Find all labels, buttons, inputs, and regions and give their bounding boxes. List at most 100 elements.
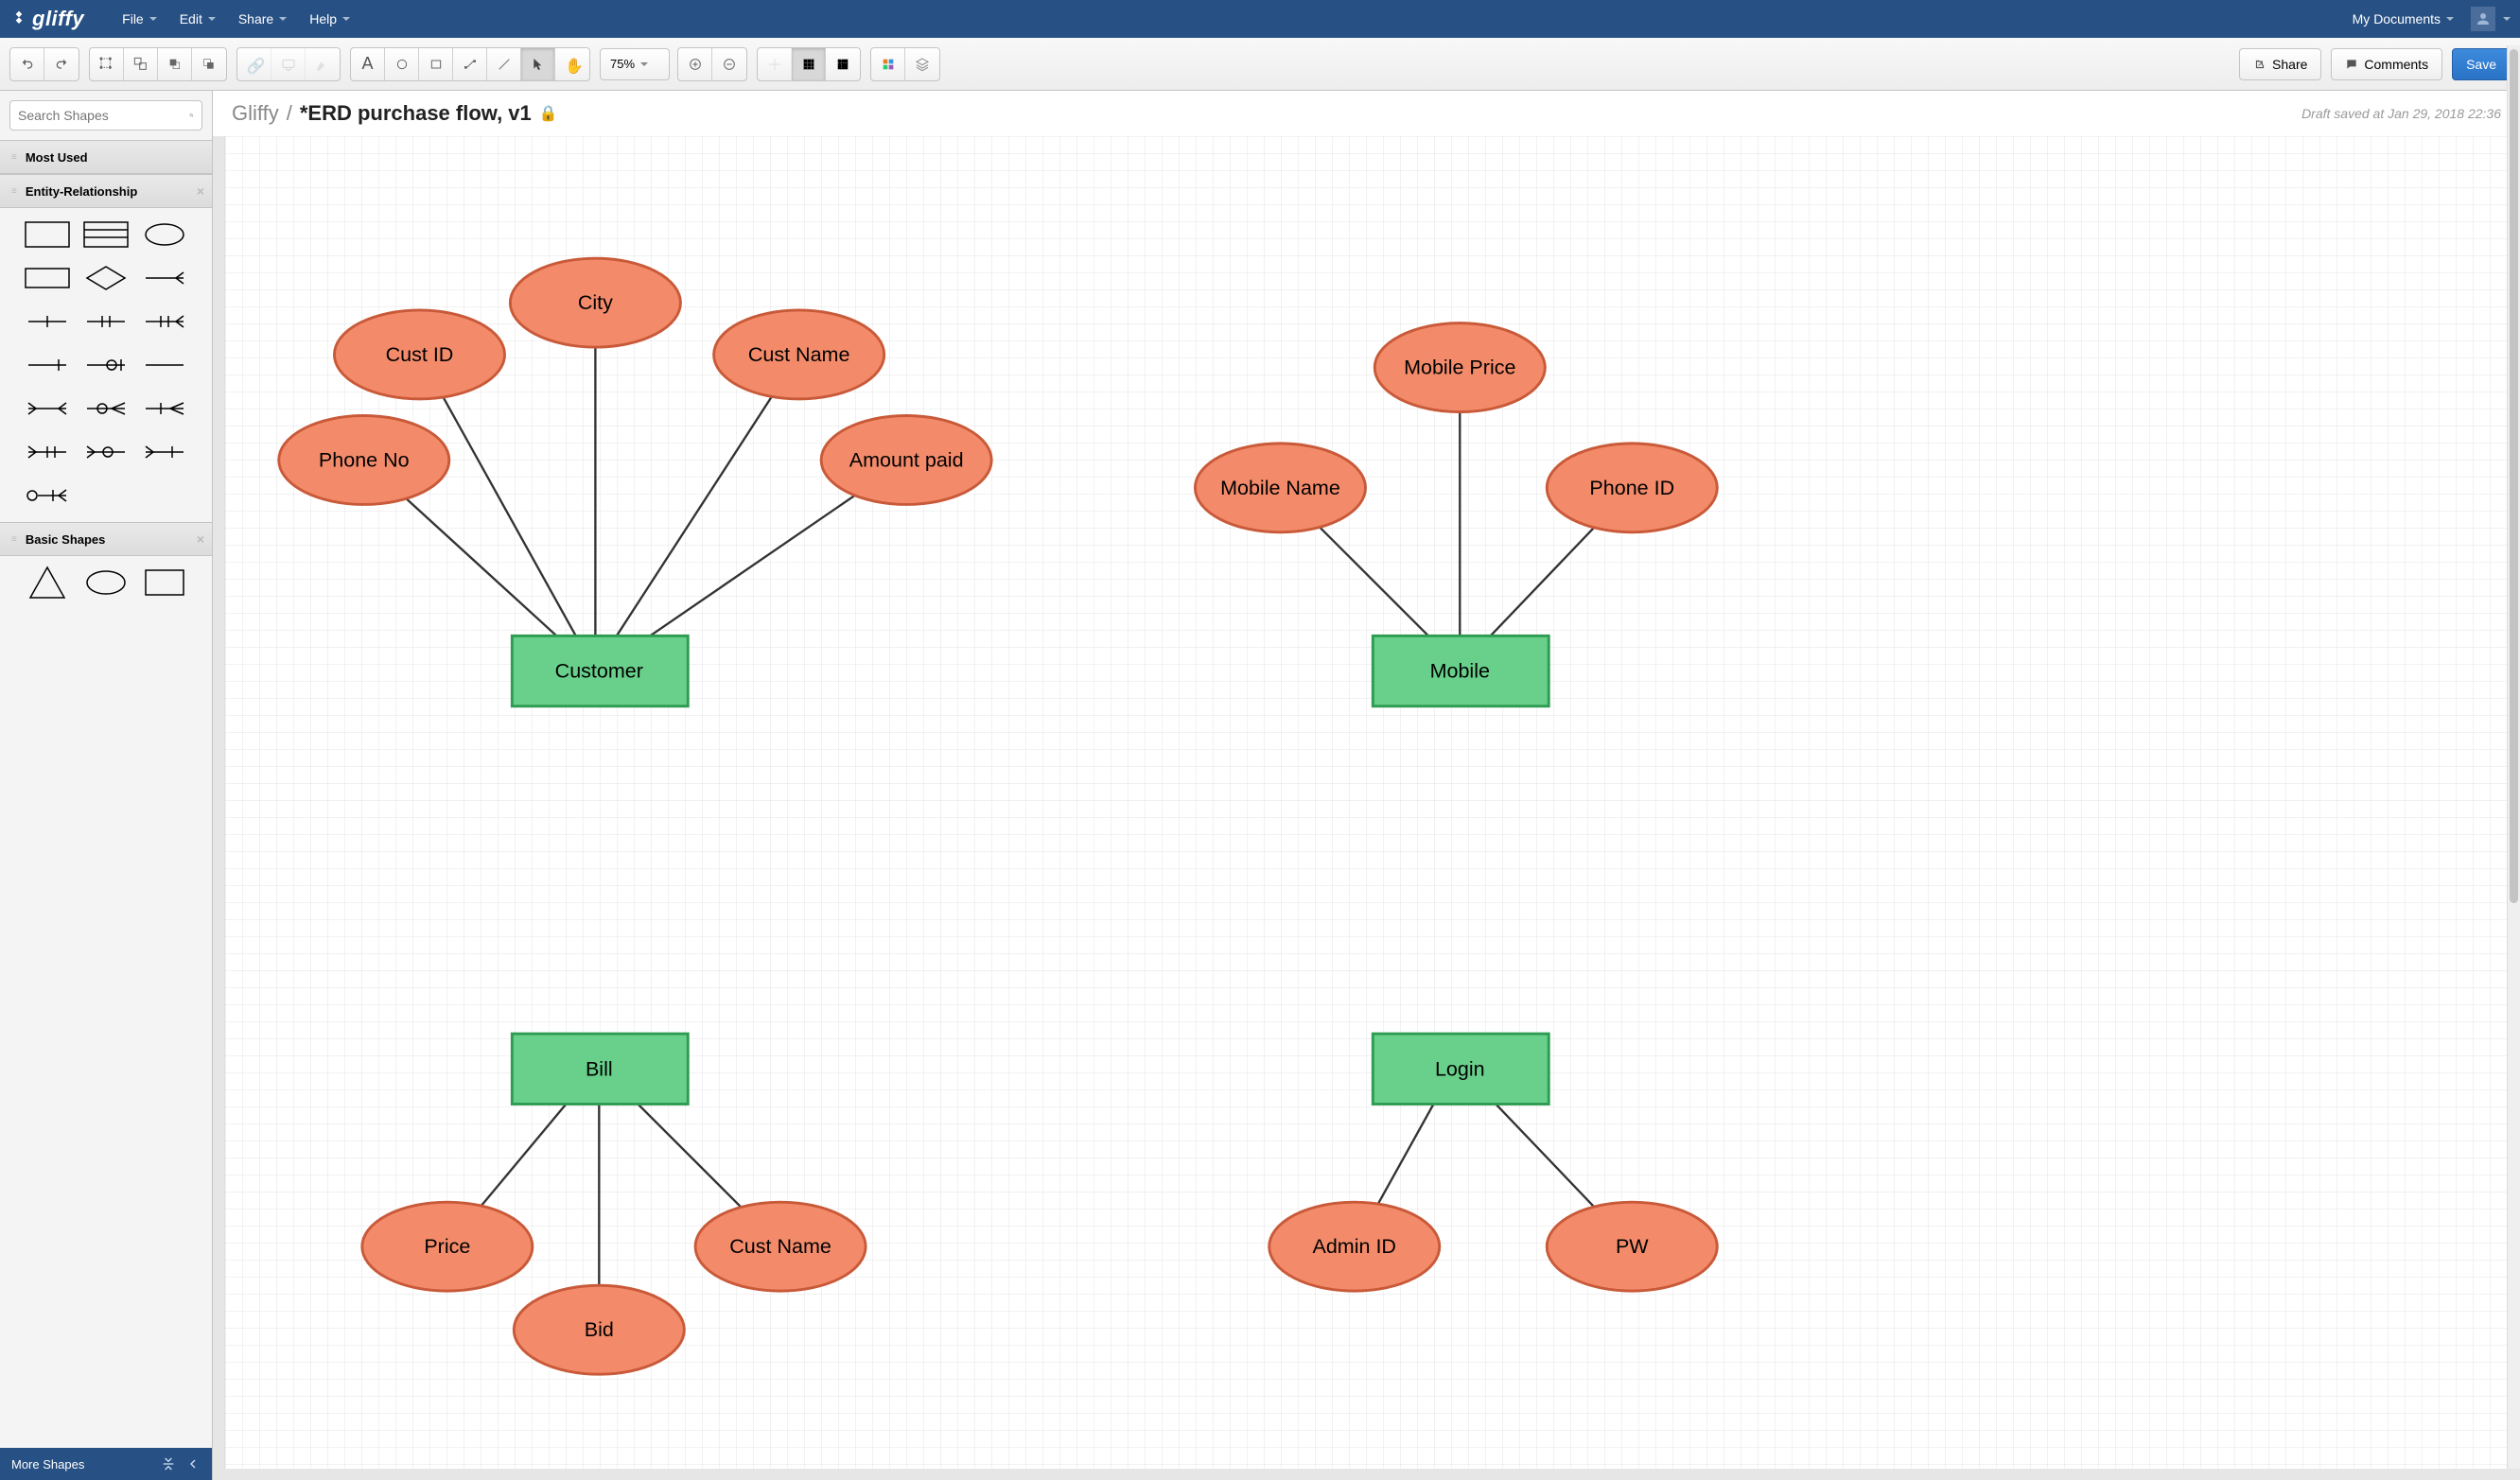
redo-button[interactable] [44,48,79,80]
shape-conn-one-one[interactable] [79,303,132,340]
zoom-select[interactable]: 75% [600,48,670,80]
shape-conn-many-one-d[interactable] [138,433,191,471]
shape-conn-zero-many-a[interactable] [79,390,132,427]
theme-button[interactable] [871,48,905,80]
shape-conn-many[interactable] [138,259,191,297]
app-name: gliffy [32,7,84,31]
user-avatar[interactable] [2471,7,2495,31]
collapse-vert-icon[interactable] [161,1456,176,1471]
menu-help[interactable]: Help [300,6,359,32]
share-button[interactable]: Share [2239,48,2321,80]
svg-text:Mobile: Mobile [1430,660,1490,683]
close-icon[interactable]: × [197,531,204,547]
save-button[interactable]: Save [2452,48,2511,80]
grid-toggle[interactable] [792,48,826,80]
breadcrumb: Gliffy / *ERD purchase flow, v1 🔒 [232,101,558,126]
svg-text:PW: PW [1616,1235,1649,1258]
shape-rectangle[interactable] [138,564,191,601]
save-status: Draft saved at Jan 29, 2018 22:36 [2301,106,2501,121]
menu-edit[interactable]: Edit [170,6,225,32]
main-menu: File Edit Share Help [113,6,359,32]
chevron-down-icon [2446,17,2454,21]
bring-front-button[interactable] [158,48,192,80]
breadcrumb-root[interactable]: Gliffy [232,101,279,126]
svg-text:Cust Name: Cust Name [729,1235,831,1258]
svg-text:Phone ID: Phone ID [1589,477,1674,499]
guides-button[interactable] [826,48,860,80]
ungroup-button[interactable] [124,48,158,80]
link-icon: 🔗 [247,57,262,72]
diagram-canvas[interactable]: Customer Phone No Cust ID City Cust Name… [224,136,2509,1469]
section-entity-relationship[interactable]: ≡Entity-Relationship× [0,174,212,208]
chevron-down-icon [640,62,648,66]
menubar: gliffy File Edit Share Help My Documents [0,0,2520,38]
shape-relationship[interactable] [79,259,132,297]
doc-header: Gliffy / *ERD purchase flow, v1 🔒 Draft … [213,91,2520,136]
sidebar-footer: More Shapes [0,1448,212,1480]
shape-conn-many-one[interactable] [138,303,191,340]
toolbar: 🔗 A ✋ 75% Share Comments Save [0,38,2520,91]
close-icon[interactable]: × [197,183,204,199]
canvas-area: Gliffy / *ERD purchase flow, v1 🔒 Draft … [213,91,2520,1480]
chevron-down-icon [342,17,350,21]
shape-conn-zero-many-b[interactable] [79,433,132,471]
shape-conn-one[interactable] [21,303,74,340]
section-most-used[interactable]: ≡Most Used [0,140,212,174]
er-shapes [0,208,212,522]
vertical-scrollbar[interactable] [2507,91,2520,1469]
section-basic-shapes[interactable]: ≡Basic Shapes× [0,522,212,556]
pan-tool[interactable]: ✋ [555,48,589,80]
undo-button[interactable] [10,48,44,80]
doc-title[interactable]: *ERD purchase flow, v1 [300,101,532,126]
shape-conn-zero-one-b[interactable] [79,346,132,384]
group-button[interactable] [90,48,124,80]
zoom-out-button[interactable] [712,48,746,80]
rect-tool[interactable] [419,48,453,80]
shape-conn-many-one-c[interactable] [21,433,74,471]
ellipse-tool[interactable] [385,48,419,80]
collapse-sidebar-icon[interactable] [185,1456,201,1471]
menu-file[interactable]: File [113,6,166,32]
search-shapes[interactable] [9,100,202,131]
text-tool[interactable]: A [351,48,385,80]
send-back-button[interactable] [192,48,226,80]
shape-conn-zero-one-a[interactable] [21,346,74,384]
shape-ellipse[interactable] [79,564,132,601]
more-shapes-link[interactable]: More Shapes [11,1457,84,1471]
connector-tool[interactable] [453,48,487,80]
lock-icon: 🔒 [539,104,558,123]
chevron-down-icon [2503,17,2511,21]
shape-weak-entity[interactable] [21,259,74,297]
line-tool[interactable] [487,48,521,80]
shape-entity[interactable] [21,216,74,253]
svg-text:Customer: Customer [555,660,643,683]
svg-text:Mobile Price: Mobile Price [1404,357,1515,379]
chevron-down-icon [149,17,157,21]
svg-text:Login: Login [1435,1057,1485,1080]
shape-conn-simple[interactable] [138,346,191,384]
svg-text:Bid: Bid [585,1318,614,1341]
search-icon [189,108,194,123]
my-documents-link[interactable]: My Documents [2343,6,2463,32]
svg-text:Mobile Name: Mobile Name [1220,477,1340,499]
pointer-tool[interactable] [521,48,555,80]
link-button: 🔗 [237,48,271,80]
shape-conn-many-many-a[interactable] [21,390,74,427]
svg-text:City: City [578,291,613,314]
menu-share[interactable]: Share [229,6,296,32]
layers-button[interactable] [905,48,939,80]
hand-icon: ✋ [565,57,580,72]
zoom-in-button[interactable] [678,48,712,80]
basic-shapes [0,556,212,609]
shape-attribute[interactable] [138,216,191,253]
svg-text:Amount paid: Amount paid [849,448,964,471]
search-input[interactable] [18,108,189,123]
shape-triangle[interactable] [21,564,74,601]
svg-text:Price: Price [424,1235,470,1258]
shape-entity-rows[interactable] [79,216,132,253]
svg-text:Bill: Bill [586,1057,613,1080]
comments-button[interactable]: Comments [2331,48,2442,80]
svg-text:Phone No: Phone No [319,448,410,471]
shape-conn-zero-many-c[interactable] [21,477,74,514]
shape-conn-one-many-b[interactable] [138,390,191,427]
